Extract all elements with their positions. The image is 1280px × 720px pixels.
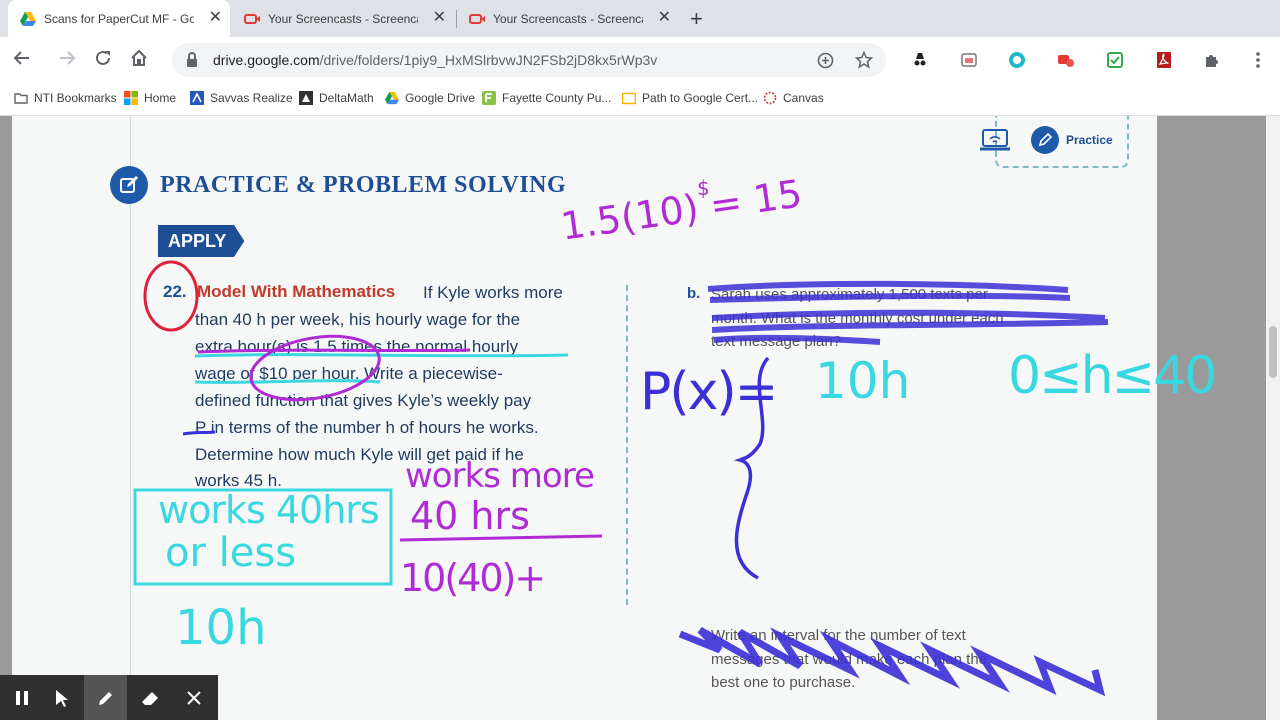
works-more-annotation: works more [405,456,595,496]
overtime-expr-annotation: 10(40)+ [400,556,546,600]
piece-one-annotation: 10h [815,352,911,410]
page-scrollbar[interactable] [1266,116,1280,720]
purple-circle-mark [249,334,381,402]
pen-icon [98,691,112,705]
eraser-button[interactable] [128,675,171,720]
blue-underline [182,430,216,436]
pen-button[interactable] [84,675,127,720]
eraser-icon [141,691,158,705]
ten-h-annotation: 10h [175,600,267,656]
screencast-toolbar [0,675,218,720]
red-circle-mark [143,260,199,332]
domain-one-annotation: 0≤h≤40 [1008,346,1217,406]
cyan-underline [194,353,569,358]
or-less-annotation: or less [165,530,297,576]
function-label-annotation: P(x)= [640,362,778,422]
forty-hrs-annotation: 40 hrs [410,494,530,538]
scrollbar-thumb[interactable] [1269,326,1277,378]
cyan-underline [194,379,381,384]
close-annotation-button[interactable] [172,675,215,720]
blue-scribble [678,626,1106,697]
cursor-icon [55,689,68,707]
blue-scribble [707,280,1109,345]
pause-button[interactable] [0,675,43,720]
pause-icon [15,690,28,705]
purple-underline [197,348,471,354]
works-40-annotation: works 40hrs [158,488,380,532]
close-icon [186,690,201,705]
dollar-annotation: $ [697,176,710,200]
cursor-button[interactable] [40,675,83,720]
